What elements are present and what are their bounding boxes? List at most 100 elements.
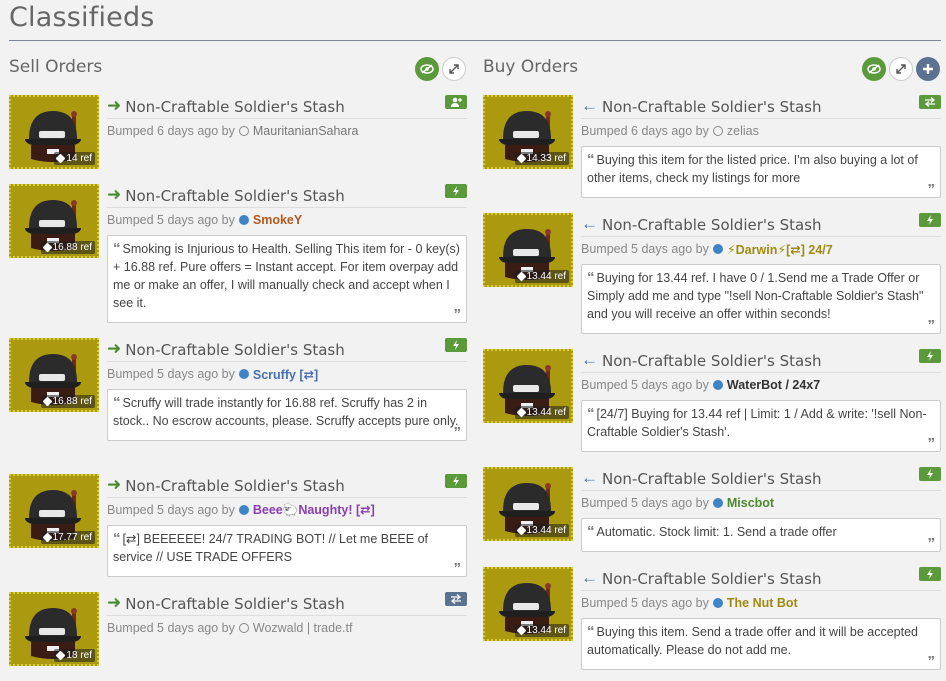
price-tag: 16.88 ref [40,395,95,408]
listing-body: ← Non-Craftable Soldier's Stash Bumped 5 d… [581,567,941,670]
arrow-right-icon: ➜ [107,592,122,612]
listing-header: ← Non-Craftable Soldier's Stash [581,213,941,237]
listing-body: ➜ Non-Craftable Soldier's Stash Bumped 5 d… [107,474,467,577]
listing-type-badge[interactable] [919,467,941,481]
item-thumbnail[interactable]: 13.44 ref [483,567,573,641]
item-name-link[interactable]: Non-Craftable Soldier's Stash [125,477,345,495]
arrow-left-icon: ← [581,349,598,369]
listing-comment: “Buying for 13.44 ref. I have 0 / 1.Send… [581,264,941,334]
item-thumbnail[interactable]: 13.44 ref [483,467,573,541]
user-plus-icon [451,97,462,107]
bump-info: Bumped 5 days ago by WaterBot / 24x7 [581,377,941,393]
item-thumbnail[interactable]: 17.77 ref [9,474,99,548]
listing-body: ➜ Non-Craftable Soldier's Stash Bumped 6 d… [107,95,467,139]
quote-open-icon: “ [587,405,595,422]
bump-info: Bumped 5 days ago by Scruffy [⇄] [107,366,467,382]
lightning-icon [453,186,459,196]
sell-expand-button[interactable] [442,57,466,81]
quote-open-icon: “ [113,394,121,411]
username-link[interactable]: Wozwald | trade.tf [253,621,353,635]
tag-icon [516,407,526,418]
arrow-right-icon: ➜ [107,474,122,494]
status-dot-icon [712,598,723,608]
comment-text: Buying for 13.44 ref. I have 0 / 1.Send … [587,271,924,321]
price-tag: 17.77 ref [40,531,95,544]
price-label: 14.33 ref [526,153,566,164]
bumped-text: Bumped 6 days ago by [581,124,709,138]
listing-comment: “[24/7] Buying for 13.44 ref | Limit: 1 … [581,400,941,452]
buy-toggle-visibility-button[interactable] [862,57,886,81]
comment-text: Scruffy will trade instantly for 16.88 r… [113,396,459,428]
price-label: 14 ref [66,153,92,164]
sell-orders-title: Sell Orders [9,57,103,77]
username-link[interactable]: zelias [727,124,759,138]
listing-header: ← Non-Craftable Soldier's Stash [581,95,941,119]
item-thumbnail[interactable]: 13.44 ref [483,213,573,287]
listing-body: ➜ Non-Craftable Soldier's Stash Bumped 5 d… [107,592,467,636]
tag-icon [42,396,52,407]
price-tag: 13.44 ref [514,624,569,637]
buy-expand-button[interactable] [889,57,913,81]
item-thumbnail[interactable]: 18 ref [9,592,99,666]
listing-type-badge[interactable] [445,338,467,352]
listing-body: ← Non-Craftable Soldier's Stash Bumped 5 d… [581,213,941,334]
username-link[interactable]: Scruffy [⇄] [253,367,318,382]
item-thumbnail[interactable]: 13.44 ref [483,349,573,423]
comment-text: Smoking is Injurious to Health. Selling … [113,242,460,310]
listing-type-badge[interactable] [919,349,941,363]
sell-toggle-visibility-button[interactable] [415,57,439,81]
item-name-link[interactable]: Non-Craftable Soldier's Stash [602,352,822,370]
item-name-link[interactable]: Non-Craftable Soldier's Stash [125,98,345,116]
item-name-link[interactable]: Non-Craftable Soldier's Stash [125,187,345,205]
arrow-right-icon: ➜ [107,338,122,358]
bump-info: Bumped 5 days ago by The Nut Bot [581,595,941,611]
username-link[interactable]: SmokeY [253,213,302,227]
price-label: 16.88 ref [52,242,92,253]
listing-header: ➜ Non-Craftable Soldier's Stash [107,184,467,208]
listing-comment: “Buying this item. Send a trade offer an… [581,618,941,670]
page-title: Classifieds [9,2,155,33]
bump-info: Bumped 5 days ago by Miscbot [581,495,941,511]
listing-type-badge[interactable] [919,213,941,227]
quote-close-icon: ” [453,306,462,323]
price-tag: 18 ref [54,649,95,662]
add-buy-order-button[interactable] [916,57,940,81]
listing-type-badge[interactable] [445,184,467,198]
listing-type-badge[interactable] [919,567,941,581]
bumped-text: Bumped 5 days ago by [107,213,235,227]
item-name-link[interactable]: Non-Craftable Soldier's Stash [602,570,822,588]
username-link[interactable]: MauritanianSahara [253,124,359,138]
item-thumbnail[interactable]: 14 ref [9,95,99,169]
status-dot-icon [238,126,249,136]
quote-close-icon: ” [927,181,936,198]
item-thumbnail[interactable]: 14.33 ref [483,95,573,169]
username-link[interactable]: ⚡Darwin⚡[⇄] 24/7 [727,242,833,257]
lightning-icon [927,469,933,479]
username-link[interactable]: The Nut Bot [727,596,798,610]
price-label: 17.77 ref [52,532,92,543]
username-link[interactable]: WaterBot / 24x7 [727,378,820,392]
arrow-left-icon: ← [581,213,598,233]
bumped-text: Bumped 6 days ago by [107,124,235,138]
tag-icon [42,242,52,253]
arrow-right-icon: ➜ [107,184,122,204]
item-name-link[interactable]: Non-Craftable Soldier's Stash [602,470,822,488]
item-thumbnail[interactable]: 16.88 ref [9,184,99,258]
item-name-link[interactable]: Non-Craftable Soldier's Stash [602,216,822,234]
username-link[interactable]: Beee🐑Naughty! [⇄] [253,502,375,518]
price-label: 13.44 ref [526,625,566,636]
listing-type-badge[interactable] [445,474,467,488]
item-name-link[interactable]: Non-Craftable Soldier's Stash [125,341,345,359]
status-dot-icon [238,505,249,515]
item-name-link[interactable]: Non-Craftable Soldier's Stash [125,595,345,613]
comment-text: [24/7] Buying for 13.44 ref | Limit: 1 /… [587,407,927,439]
listing-type-badge[interactable] [445,592,467,606]
listing-type-badge[interactable] [919,95,941,109]
listing-comment: “Smoking is Injurious to Health. Selling… [107,235,467,323]
item-name-link[interactable]: Non-Craftable Soldier's Stash [602,98,822,116]
item-thumbnail[interactable]: 16.88 ref [9,338,99,412]
username-link[interactable]: Miscbot [727,496,774,510]
price-tag: 14.33 ref [514,152,569,165]
listing-type-badge[interactable] [445,95,467,109]
listing-header: ➜ Non-Craftable Soldier's Stash [107,95,467,119]
